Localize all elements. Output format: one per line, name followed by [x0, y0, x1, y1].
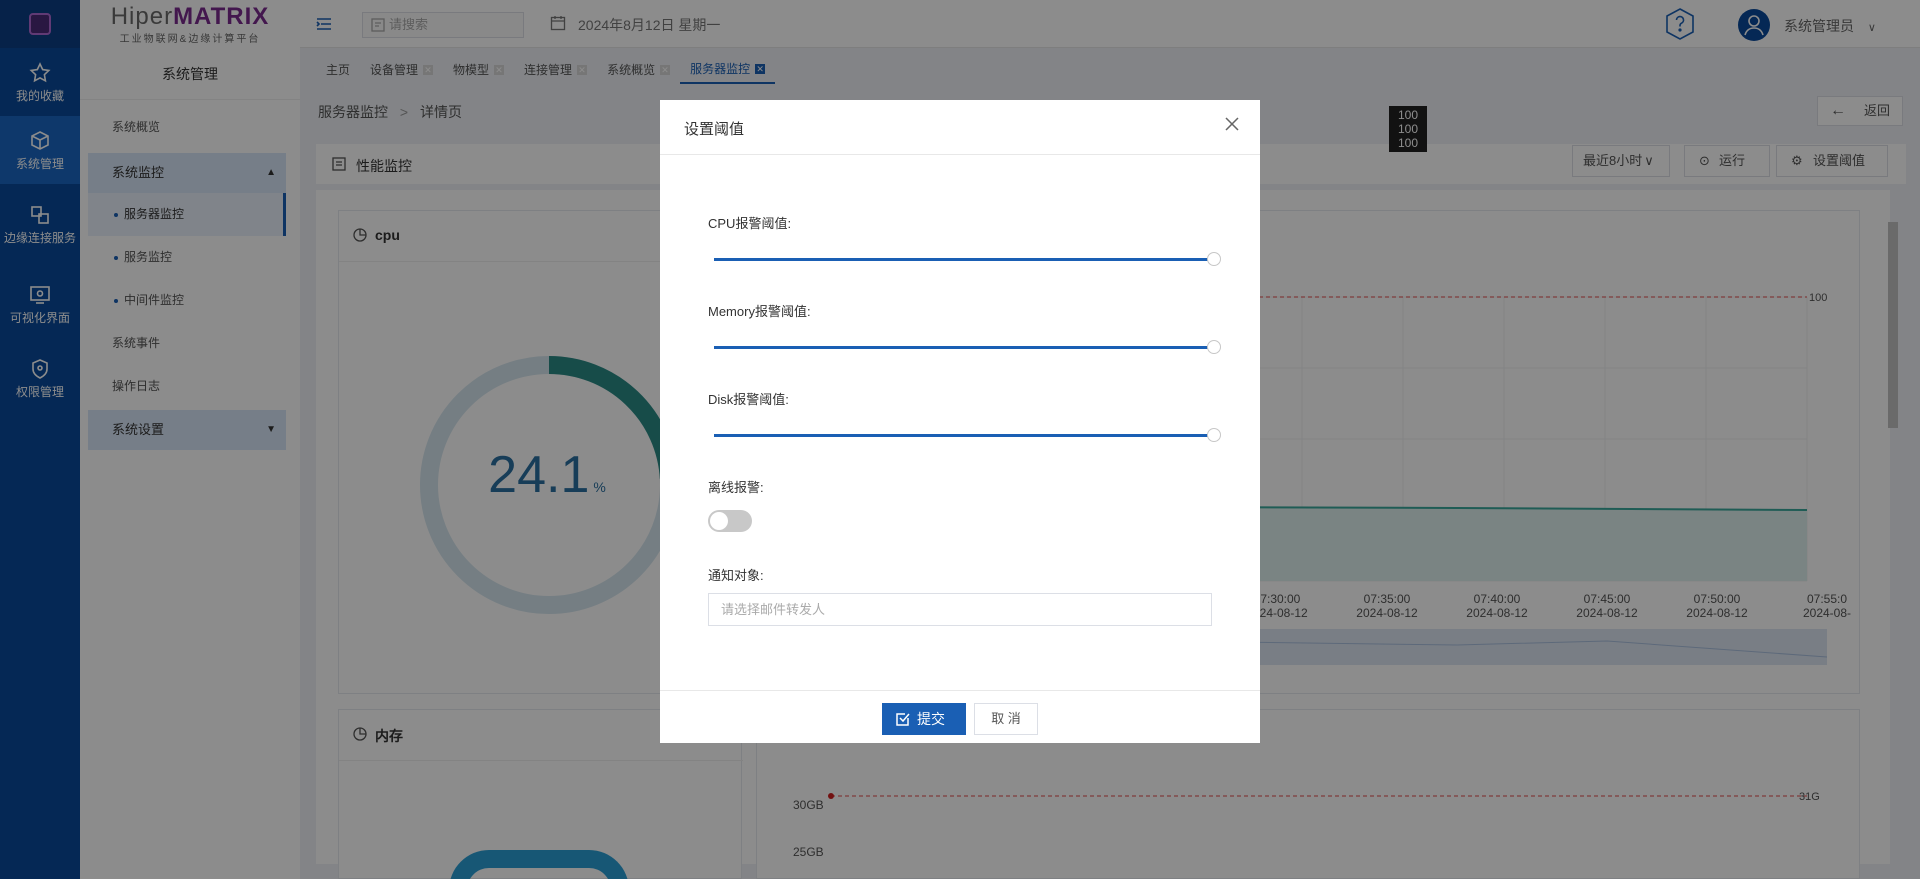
offline-alarm-label: 离线报警:	[708, 480, 764, 495]
slider-fill	[714, 346, 1214, 349]
dialog-title: 设置阈值	[684, 121, 745, 138]
threshold-dialog: 设置阈值 CPU报警阈值: Memory报警阈值: Disk报警阈值: 离线报警…	[660, 100, 1260, 743]
dialog-footer: 提交 取 消	[660, 690, 1260, 743]
slider-fill	[714, 434, 1214, 437]
dialog-header: 设置阈值	[660, 100, 1260, 155]
cpu-threshold-label: CPU报警阈值:	[708, 216, 792, 231]
select-placeholder: 请选择邮件转发人	[721, 602, 826, 617]
notify-target-select[interactable]: 请选择邮件转发人	[708, 593, 1212, 626]
memory-threshold-label: Memory报警阈值:	[708, 304, 811, 319]
check-square-icon	[896, 713, 910, 726]
slider-handle[interactable]	[1207, 340, 1221, 354]
cancel-button[interactable]: 取 消	[974, 703, 1038, 735]
close-icon[interactable]	[1224, 116, 1240, 132]
slider-fill	[714, 258, 1214, 261]
slider-handle[interactable]	[1207, 252, 1221, 266]
toggle-knob	[710, 512, 728, 530]
disk-threshold-label: Disk报警阈值:	[708, 392, 789, 407]
offline-alarm-toggle[interactable]	[708, 510, 752, 532]
memory-threshold-slider[interactable]	[714, 340, 1221, 354]
disk-threshold-slider[interactable]	[714, 428, 1221, 442]
notify-target-label: 通知对象:	[708, 568, 764, 583]
submit-button[interactable]: 提交	[882, 703, 966, 735]
cancel-label: 取 消	[991, 711, 1021, 726]
slider-handle[interactable]	[1207, 428, 1221, 442]
cpu-threshold-slider[interactable]	[714, 252, 1221, 266]
submit-label: 提交	[917, 711, 945, 727]
